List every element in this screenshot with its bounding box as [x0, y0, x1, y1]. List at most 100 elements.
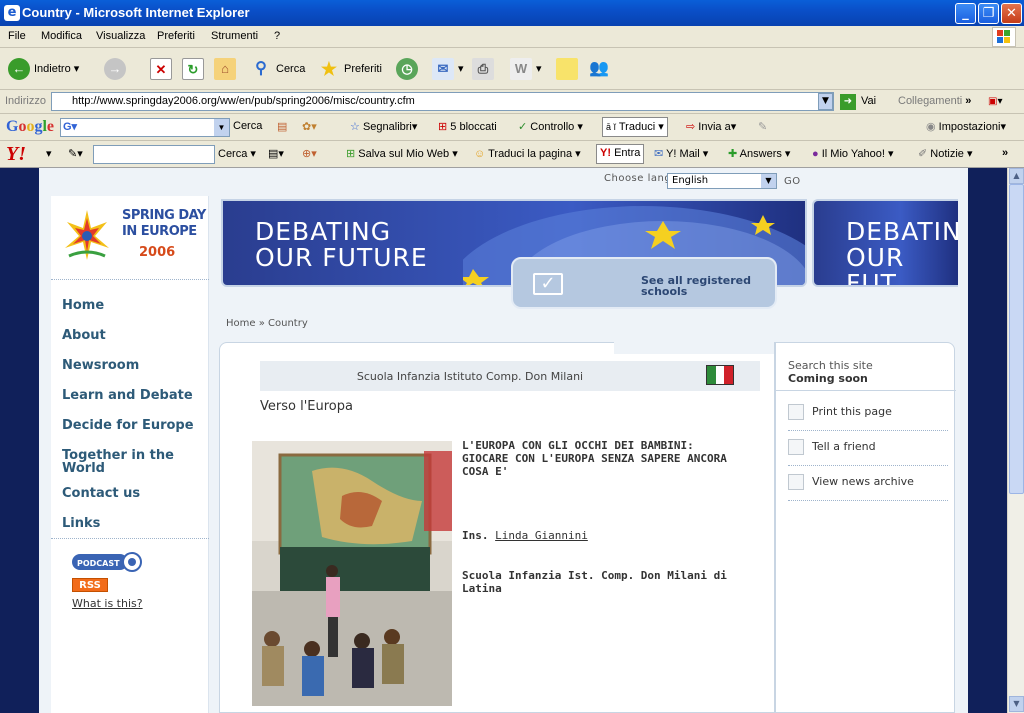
- mail-button[interactable]: ✉ ▾: [432, 56, 464, 82]
- chevron-more-icon[interactable]: »: [1002, 147, 1008, 159]
- logo-year: 2006: [139, 245, 176, 260]
- pdf-tool-icon[interactable]: ▣▾: [988, 93, 1014, 110]
- nav-home[interactable]: Home: [62, 299, 104, 312]
- language-select[interactable]: English ▼: [667, 173, 777, 189]
- news-icon: ✐: [918, 148, 928, 160]
- yahoo-target-icon[interactable]: ⊕▾: [302, 147, 317, 160]
- yahoo-logo[interactable]: Y!: [6, 143, 26, 166]
- refresh-button[interactable]: ↻: [182, 56, 208, 82]
- banner-text: DEBATING OUR FUTURE: [255, 217, 428, 272]
- minimize-button[interactable]: _: [955, 3, 976, 24]
- breadcrumb-home[interactable]: Home: [226, 318, 256, 329]
- pencil-icon[interactable]: ✎▾: [68, 147, 83, 160]
- rss-button[interactable]: RSS: [72, 578, 108, 592]
- translate-button[interactable]: ā ĭ Traduci ▾: [602, 117, 668, 137]
- yahoo-login-button[interactable]: Y! Entra: [596, 144, 645, 164]
- refresh-icon: ↻: [182, 58, 204, 81]
- google-news-icon[interactable]: ▤: [277, 120, 287, 133]
- menu-strumenti[interactable]: Strumenti: [211, 30, 258, 42]
- google-options-icon[interactable]: ✿▾: [302, 120, 317, 133]
- google-logo[interactable]: Google: [6, 118, 54, 136]
- breadcrumb: Home » Country: [226, 318, 308, 329]
- mail-icon: ✉: [654, 148, 664, 160]
- settings-button[interactable]: ◉ Impostazioni▾: [926, 120, 1006, 133]
- nav-decide-for-europe[interactable]: Decide for Europe: [62, 419, 194, 432]
- menu-help[interactable]: ?: [274, 30, 280, 42]
- yahoo-layout-icon[interactable]: ▤▾: [268, 147, 284, 160]
- favorites-button[interactable]: ★ Preferiti: [318, 56, 382, 82]
- language-go-button[interactable]: GO: [784, 176, 801, 187]
- menu-visualizza[interactable]: Visualizza: [96, 30, 145, 42]
- nav-about[interactable]: About: [62, 329, 106, 342]
- answers-button[interactable]: ✚ Answers ▾: [728, 147, 790, 160]
- yahoo-menu-dropdown-icon[interactable]: ▾: [46, 147, 52, 160]
- popup-blocked[interactable]: ⊞ 5 bloccati: [438, 120, 497, 133]
- scroll-down-icon[interactable]: ▼: [1009, 696, 1024, 712]
- nav-learn-and-debate[interactable]: Learn and Debate: [62, 389, 193, 402]
- note-button[interactable]: [556, 56, 582, 82]
- history-button[interactable]: ◷: [396, 56, 422, 82]
- messenger-button[interactable]: 👥: [588, 56, 614, 82]
- nav-contact-us[interactable]: Contact us: [62, 487, 140, 500]
- scroll-thumb[interactable]: [1009, 184, 1024, 494]
- google-search-input[interactable]: G▾ ▼: [60, 118, 230, 137]
- spring-day-logo[interactable]: SPRING DAY IN EUROPE 2006: [51, 196, 209, 280]
- menu-file[interactable]: File: [8, 30, 26, 42]
- send-icon: ⇨: [686, 121, 696, 133]
- my-yahoo-button[interactable]: ● Il Mio Yahoo! ▾: [812, 147, 893, 160]
- print-button[interactable]: ⎙: [472, 56, 498, 82]
- menu-bar: File Modifica Visualizza Preferiti Strum…: [0, 26, 1024, 48]
- news-button[interactable]: ✐ Notizie ▾: [918, 147, 972, 160]
- back-arrow-icon: ←: [8, 58, 30, 81]
- forward-button[interactable]: →: [104, 56, 130, 82]
- school-name: Scuola Infanzia Istituto Comp. Don Milan…: [356, 370, 584, 383]
- translate-icon: ā ĭ: [606, 122, 617, 132]
- print-page-link[interactable]: Print this page: [788, 401, 948, 431]
- right-sidebar: Search this site Coming soon Print this …: [775, 342, 956, 713]
- menu-preferiti[interactable]: Preferiti: [157, 30, 195, 42]
- teacher-link[interactable]: Linda Giannini: [495, 529, 588, 542]
- nav-newsroom[interactable]: Newsroom: [62, 359, 139, 372]
- address-bar: Indirizzo http://www.springday2006.org/w…: [0, 90, 1024, 114]
- links-toolbar[interactable]: Collegamenti »: [898, 95, 971, 107]
- windows-logo-icon: [992, 27, 1016, 47]
- yahoo-y-icon: Y!: [600, 147, 611, 159]
- translate-face-icon: ☺: [474, 148, 486, 160]
- my-yahoo-icon: ●: [812, 148, 819, 160]
- menu-modifica[interactable]: Modifica: [41, 30, 82, 42]
- edit-button[interactable]: W ▾: [510, 56, 542, 82]
- back-button[interactable]: ← Indietro ▾: [8, 56, 79, 82]
- google-search-button[interactable]: Cerca: [233, 120, 262, 132]
- address-dropdown-icon[interactable]: ▼: [818, 93, 833, 110]
- nav-together-in-the-world[interactable]: Together in the World: [62, 449, 192, 475]
- what-is-this-link[interactable]: What is this?: [72, 597, 143, 610]
- school-full-name: Scuola Infanzia Ist. Comp. Don Milani di…: [462, 569, 727, 595]
- close-button[interactable]: ✕: [1001, 3, 1022, 24]
- home-button[interactable]: ⌂: [214, 56, 240, 82]
- nav-links[interactable]: Links: [62, 517, 100, 530]
- save-to-myweb-button[interactable]: ⊞ Salva sul Mio Web ▾: [346, 147, 458, 160]
- star-icon: ★: [320, 59, 338, 80]
- see-all-schools-button[interactable]: ✓ See all registered schools: [511, 257, 777, 309]
- podcast-button[interactable]: PODCAST: [72, 552, 142, 572]
- podcast-label: PODCAST: [77, 559, 120, 568]
- maximize-button[interactable]: ❐: [978, 3, 999, 24]
- stop-button[interactable]: ✕: [150, 56, 176, 82]
- yahoo-mail-button[interactable]: ✉ Y! Mail ▾: [654, 147, 708, 160]
- vertical-scrollbar[interactable]: ▲ ▼: [1007, 168, 1024, 713]
- title-bar: e Country - Microsoft Internet Explorer …: [0, 0, 1024, 26]
- news-archive-link[interactable]: View news archive: [788, 471, 948, 501]
- highlight-icon[interactable]: ✎: [758, 120, 767, 133]
- tell-friend-link[interactable]: Tell a friend: [788, 436, 948, 466]
- search-button[interactable]: ⚲ Cerca: [250, 56, 305, 82]
- translate-page-button[interactable]: ☺ Traduci la pagina ▾: [474, 147, 581, 160]
- scroll-up-icon[interactable]: ▲: [1009, 168, 1024, 184]
- address-input[interactable]: http://www.springday2006.org/ww/en/pub/s…: [51, 92, 834, 111]
- go-button[interactable]: ➜ Vai: [840, 93, 876, 110]
- spellcheck-button[interactable]: ✓ Controllo ▾: [518, 120, 583, 133]
- bookmarks-button[interactable]: ☆ Segnalibri▾: [350, 120, 417, 133]
- send-to-button[interactable]: ⇨ Invia a▾: [686, 120, 736, 133]
- yahoo-search-button[interactable]: Cerca ▾: [218, 147, 256, 160]
- document-icon: [788, 474, 804, 490]
- yahoo-search-input[interactable]: [93, 145, 215, 164]
